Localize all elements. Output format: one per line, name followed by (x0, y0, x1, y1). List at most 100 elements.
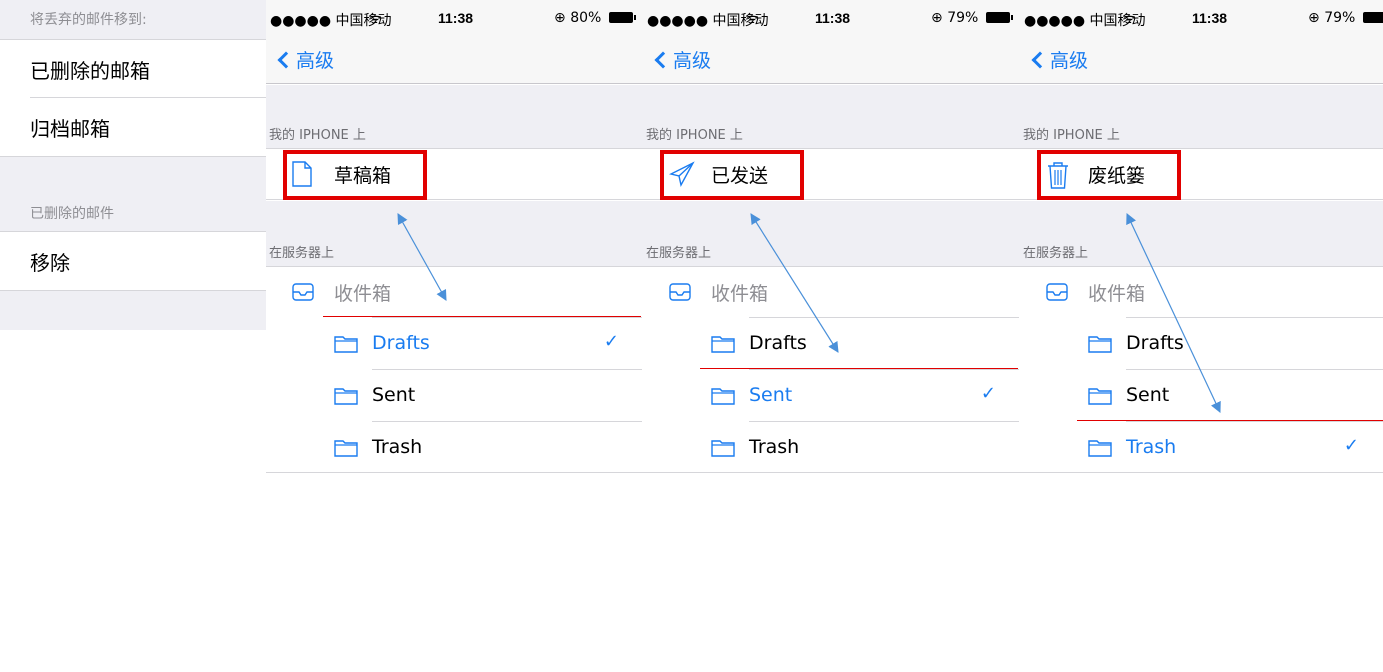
folder-icon (334, 438, 358, 457)
local-mailbox-row[interactable]: 已发送 (643, 148, 1020, 200)
battery-indicator: ⊕ 79% (931, 10, 1013, 26)
folder-label: Sent (372, 384, 416, 406)
back-button[interactable]: 高级 (1030, 46, 1088, 73)
inbox-tray-icon (669, 283, 691, 301)
back-label: 高级 (296, 50, 335, 72)
inbox-tray-icon (292, 283, 314, 301)
sent-paperplane-icon (669, 161, 695, 187)
chevron-left-icon (654, 51, 672, 68)
nav-bar: 高级 (1020, 40, 1383, 84)
battery-icon (1362, 12, 1383, 23)
inbox-label: 收件箱 (1088, 283, 1146, 305)
option-remove[interactable]: 移除 (0, 232, 266, 290)
folder-label: Trash (749, 436, 800, 458)
option-label: 已删除的邮箱 (30, 58, 150, 83)
group-footer-bg (0, 290, 266, 330)
battery-percent: 79% (1324, 10, 1356, 26)
folder-label: Trash (372, 436, 423, 458)
nav-bar: 高级 (643, 40, 1020, 84)
divider (1126, 317, 1383, 318)
rotation-lock-icon: ⊕ (554, 10, 566, 26)
folder-icon (711, 438, 735, 457)
divider (372, 317, 642, 318)
clock: 11:38 (438, 10, 474, 26)
phone-screen-trash: ●●●●● 中国移动 ᯤ 11:38 ⊕ 79% 高级 我的 IPHONE 上 … (1020, 0, 1383, 672)
divider (1126, 421, 1383, 422)
inbox-row: 收件箱 (643, 266, 1020, 318)
folder-icon (711, 334, 735, 353)
wifi-icon: ᯤ (1123, 11, 1136, 27)
mailbox-behaviors-panel: 将丢弃的邮件移到: 已删除的邮箱 归档邮箱 已删除的邮件 移除 (0, 0, 266, 672)
empty-area (1020, 473, 1383, 672)
draft-document-icon (292, 161, 312, 187)
local-mailbox-row[interactable]: 草稿箱 (266, 148, 643, 200)
folder-row-drafts[interactable]: Drafts (643, 317, 1020, 369)
folder-icon (1088, 438, 1112, 457)
inbox-tray-icon (1046, 283, 1068, 301)
divider (372, 421, 642, 422)
chevron-left-icon (277, 51, 295, 68)
section-header-discarded: 将丢弃的邮件移到: (30, 12, 147, 28)
checkmark-icon: ✓ (1343, 435, 1359, 456)
chevron-left-icon (1031, 51, 1049, 68)
nav-bar: 高级 (266, 40, 643, 84)
status-bar: ●●●●● 中国移动 ᯤ 11:38 ⊕ 79% (643, 0, 1020, 40)
section-header-local: 我的 IPHONE 上 (1023, 128, 1120, 143)
battery-indicator: ⊕ 79% (1308, 10, 1383, 26)
back-label: 高级 (1050, 50, 1089, 72)
folder-icon (711, 386, 735, 405)
divider (749, 317, 1019, 318)
battery-icon (608, 12, 636, 23)
screenshot-composite: 将丢弃的邮件移到: 已删除的邮箱 归档邮箱 已删除的邮件 移除 ●●●●● 中国… (0, 0, 1383, 672)
clock: 11:38 (1192, 10, 1228, 26)
divider (1126, 369, 1383, 370)
status-bar: ●●●●● 中国移动 ᯤ 11:38 ⊕ 80% (266, 0, 643, 40)
folder-row-trash[interactable]: Trash (643, 421, 1020, 473)
phone-screen-sent: ●●●●● 中国移动 ᯤ 11:38 ⊕ 79% 高级 我的 IPHONE 上 … (643, 0, 1020, 672)
local-mailbox-row[interactable]: 废纸篓 (1020, 148, 1383, 200)
folder-row-drafts[interactable]: Drafts ✓ (266, 317, 643, 369)
trash-can-icon (1046, 161, 1070, 189)
folder-row-trash[interactable]: Trash (266, 421, 643, 473)
inbox-label: 收件箱 (711, 283, 769, 305)
option-deleted-mailbox[interactable]: 已删除的邮箱 (0, 40, 266, 98)
wifi-icon: ᯤ (369, 11, 382, 27)
option-label: 归档邮箱 (30, 116, 110, 141)
folder-label: Drafts (372, 332, 430, 354)
empty-area (643, 473, 1020, 672)
wifi-icon: ᯤ (746, 11, 759, 27)
back-button[interactable]: 高级 (653, 46, 711, 73)
clock: 11:38 (815, 10, 851, 26)
folder-icon (1088, 334, 1112, 353)
back-button[interactable]: 高级 (276, 46, 334, 73)
divider (749, 421, 1019, 422)
option-label: 移除 (30, 250, 70, 275)
folder-icon (1088, 386, 1112, 405)
battery-percent: 80% (570, 10, 602, 26)
divider (749, 369, 1019, 370)
section-header-local: 我的 IPHONE 上 (646, 128, 743, 143)
folder-row-trash[interactable]: Trash ✓ (1020, 421, 1383, 473)
section-header-local: 我的 IPHONE 上 (269, 128, 366, 143)
folder-icon (334, 386, 358, 405)
empty-area (266, 473, 643, 672)
folder-label: Sent (1126, 384, 1170, 406)
local-mailbox-label: 草稿箱 (334, 164, 392, 187)
rotation-lock-icon: ⊕ (1308, 10, 1320, 26)
inbox-row: 收件箱 (266, 266, 643, 318)
battery-icon (985, 12, 1013, 23)
folder-label: Trash (1126, 436, 1177, 458)
folder-row-sent[interactable]: Sent (266, 369, 643, 421)
folder-row-sent[interactable]: Sent ✓ (643, 369, 1020, 421)
section-header-server: 在服务器上 (646, 246, 712, 261)
inbox-row: 收件箱 (1020, 266, 1383, 318)
checkmark-icon: ✓ (980, 383, 996, 404)
folder-row-sent[interactable]: Sent (1020, 369, 1383, 421)
folder-icon (334, 334, 358, 353)
option-archive-mailbox[interactable]: 归档邮箱 (0, 98, 266, 156)
folder-row-drafts[interactable]: Drafts (1020, 317, 1383, 369)
status-bar: ●●●●● 中国移动 ᯤ 11:38 ⊕ 79% (1020, 0, 1383, 40)
checkmark-icon: ✓ (603, 331, 619, 352)
divider (372, 369, 642, 370)
inbox-label: 收件箱 (334, 283, 392, 305)
